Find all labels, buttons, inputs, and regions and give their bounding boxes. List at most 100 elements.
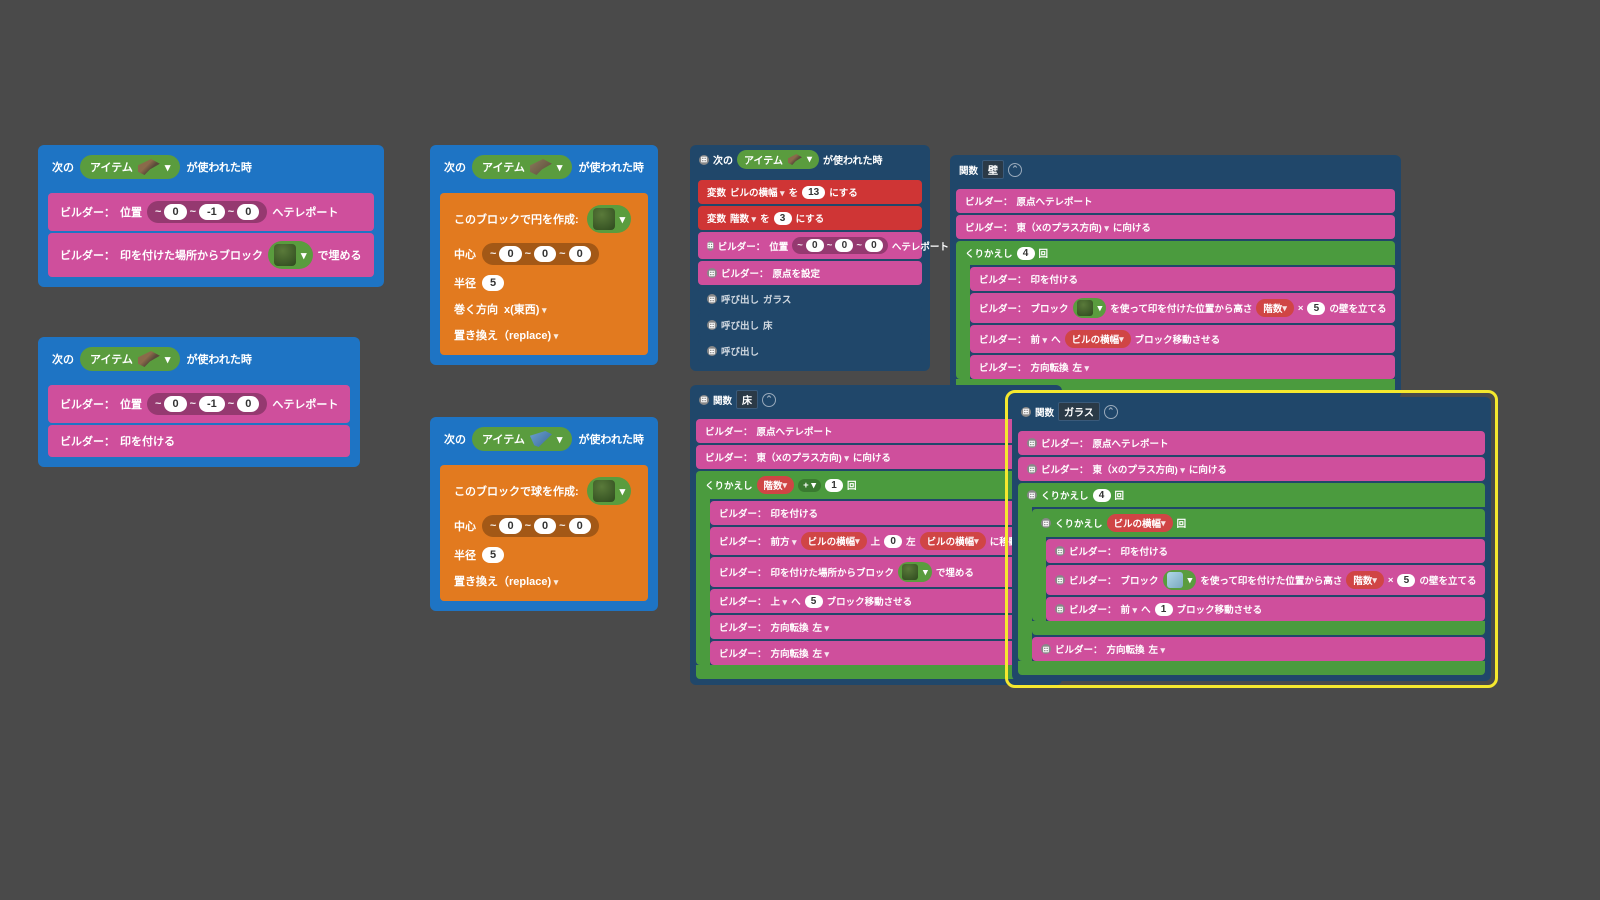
block-stack-1[interactable]: 次の アイテム ▾ が使われた時 ビルダー： 位置 ~ 0 ~ -1 ~ 0 へ… (38, 145, 384, 287)
direction-dropdown[interactable]: 東（Xのプラス方向) (757, 450, 849, 464)
coords-input[interactable]: ~ 0 ~ -1 ~ 0 (147, 201, 267, 223)
operator-dropdown[interactable]: 置き換え（replace) (454, 327, 558, 343)
expand-icon[interactable]: ⊞ (1027, 464, 1037, 474)
block-picker[interactable]: ▾ (1163, 570, 1197, 590)
builder-mark-block[interactable]: ビルダー： 印を付ける (710, 501, 1056, 525)
num-input[interactable]: 0 (164, 204, 186, 220)
direction-dropdown[interactable]: 東（Xのプラス方向) (1017, 220, 1109, 234)
repeat-block[interactable]: くりかえし 階数 + ▾ 1 回 (696, 471, 1056, 499)
item-dropdown[interactable]: アイテム ▾ (472, 427, 572, 451)
num-input[interactable]: 5 (1397, 574, 1415, 587)
num-input[interactable]: 13 (802, 186, 825, 199)
call-function-block[interactable]: ⊞ 呼び出し 床 (698, 313, 922, 337)
var-ref[interactable]: 階数 (1346, 571, 1384, 589)
repeat-block[interactable]: くりかえし 4 回 (956, 241, 1395, 265)
expand-icon[interactable]: ⊞ (1055, 575, 1065, 585)
coords-input[interactable]: ~ 0 ~ -1 ~ 0 (147, 393, 267, 415)
orientation-dropdown[interactable]: x(東西) (504, 301, 546, 317)
num-input[interactable]: 0 (569, 518, 591, 534)
item-dropdown[interactable]: アイテム ▾ (737, 150, 819, 169)
block-stack-main[interactable]: ⊞ 次の アイテム ▾ が使われた時 変数 ビルの横幅 を 13 にする 変数 … (690, 145, 930, 371)
direction-dropdown[interactable]: 上 (771, 594, 788, 608)
expand-icon[interactable]: ⊞ (1041, 644, 1051, 654)
collapse-icon[interactable]: ⌃ (762, 393, 776, 407)
num-input[interactable]: 5 (1307, 302, 1325, 315)
shapes-circle-block[interactable]: このブロックで円を作成: ▾ 中心 ~ 0 ~ 0 ~ 0 半径 (440, 193, 648, 355)
fn-name[interactable]: ガラス (1058, 402, 1100, 421)
direction-dropdown[interactable]: 前 (1031, 332, 1048, 346)
expand-icon[interactable]: ⊞ (707, 294, 717, 304)
coords-input[interactable]: ~ 0 ~ 0 ~ 0 (482, 515, 599, 537)
function-hat[interactable]: 関数 壁 ⌃ (950, 155, 1401, 184)
var-ref[interactable]: 階数 (1256, 299, 1294, 317)
num-input[interactable]: 0 (237, 204, 259, 220)
direction-dropdown[interactable]: 前 (1121, 602, 1138, 616)
expand-icon[interactable]: ⊞ (707, 268, 717, 278)
block-picker[interactable]: ▾ (898, 562, 932, 582)
builder-move-block[interactable]: ビルダー： 上 へ 5 ブロック移動させる (710, 589, 1056, 613)
expand-icon[interactable]: ⊞ (707, 346, 717, 356)
builder-shift-block[interactable]: ビルダー： 前方 ビルの横幅 上 0 左 ビルの横幅 に移動させる (710, 527, 1056, 555)
num-input[interactable]: 1 (825, 479, 843, 492)
function-glass-stack[interactable]: ⊞ 関数 ガラス ⌃ ⊞ ビルダー： 原点へテレポート ⊞ ビルダー： 東（Xの… (1012, 397, 1491, 681)
shapes-sphere-block[interactable]: このブロックで球を作成: ▾ 中心 ~ 0 ~ 0 ~ 0 半径 (440, 465, 648, 601)
item-dropdown[interactable]: アイテム ▾ (472, 155, 572, 179)
fn-name[interactable]: 壁 (982, 160, 1004, 179)
num-input[interactable]: 5 (482, 547, 504, 563)
repeat-inner-block[interactable]: ⊞ くりかえし ビルの横幅 回 (1032, 509, 1485, 537)
expand-icon[interactable]: ⊞ (1041, 518, 1051, 528)
block-stack-2[interactable]: 次の アイテム ▾ が使われた時 ビルダー： 位置 ~ 0 ~ -1 ~ 0 へ… (38, 337, 360, 467)
builder-mark-block[interactable]: ビルダー： 印を付ける (48, 425, 350, 457)
var-ref[interactable]: ビルの横幅 (801, 532, 867, 550)
num-input[interactable]: 4 (1093, 489, 1111, 502)
builder-origin-tp-block[interactable]: ⊞ ビルダー： 原点へテレポート (1018, 431, 1485, 455)
builder-origin-tp-block[interactable]: ビルダー： 原点へテレポート (956, 189, 1395, 213)
call-function-block[interactable]: ⊞ 呼び出し ガラス (698, 287, 922, 311)
builder-face-block[interactable]: ⊞ ビルダー： 東（Xのプラス方向) に向ける (1018, 457, 1485, 481)
function-wall-stack[interactable]: 関数 壁 ⌃ ビルダー： 原点へテレポート ビルダー： 東（Xのプラス方向) に… (950, 155, 1401, 399)
num-input[interactable]: 0 (569, 246, 591, 262)
expand-icon[interactable]: ⊞ (707, 241, 714, 251)
block-picker[interactable]: ▾ (587, 477, 632, 505)
expand-icon[interactable]: ⊞ (1021, 407, 1031, 417)
operator-dropdown[interactable]: 置き換え（replace) (454, 573, 558, 589)
num-input[interactable]: 0 (884, 535, 902, 548)
builder-mark-block[interactable]: ビルダー： 印を付ける (970, 267, 1395, 291)
direction-dropdown[interactable]: 左 (813, 620, 830, 634)
expand-icon[interactable]: ⊞ (1055, 604, 1065, 614)
event-hat[interactable]: 次の アイテム ▾ が使われた時 (430, 145, 658, 189)
builder-fill-block[interactable]: ビルダー： 印を付けた場所からブロック ▾ で埋める (48, 233, 374, 277)
repeat-outer-block[interactable]: ⊞ くりかえし 4 回 (1018, 483, 1485, 507)
num-input[interactable]: 3 (774, 212, 792, 225)
num-input[interactable]: 0 (806, 239, 824, 252)
builder-raise-wall-block[interactable]: ⊞ ビルダー： ブロック ▾ を使って印を付けた位置から高さ 階数 × 5 の壁… (1046, 565, 1485, 595)
var-dropdown[interactable]: ビルの横幅 (730, 185, 785, 199)
builder-face-block[interactable]: ビルダー： 東（Xのプラス方向) に向ける (696, 445, 1056, 469)
event-hat[interactable]: 次の アイテム ▾ が使われた時 (430, 417, 658, 461)
coords-input[interactable]: ~ 0 ~ 0 ~ 0 (792, 237, 888, 254)
num-input[interactable]: 5 (805, 595, 823, 608)
num-input[interactable]: 0 (835, 239, 853, 252)
builder-move-block[interactable]: ⊞ ビルダー： 前 へ 1 ブロック移動させる (1046, 597, 1485, 621)
var-dropdown[interactable]: 階数 (730, 211, 756, 225)
num-input[interactable]: -1 (199, 204, 225, 220)
call-function-block[interactable]: ⊞ 呼び出し (698, 339, 922, 363)
expand-icon[interactable]: ⊞ (1027, 490, 1037, 500)
function-hat[interactable]: ⊞ 関数 ガラス ⌃ (1012, 397, 1491, 426)
collapse-icon[interactable]: ⌃ (1008, 163, 1022, 177)
var-ref[interactable]: ビルの横幅 (920, 532, 986, 550)
block-picker[interactable]: ▾ (587, 205, 632, 233)
direction-dropdown[interactable]: 前方 (771, 534, 797, 548)
builder-face-block[interactable]: ビルダー： 東（Xのプラス方向) に向ける (956, 215, 1395, 239)
builder-raise-wall-block[interactable]: ビルダー： ブロック ▾ を使って印を付けた位置から高さ 階数 × 5 の壁を立… (970, 293, 1395, 323)
builder-turn-block[interactable]: ビルダー： 方向転換 左 (710, 615, 1056, 639)
var-ref[interactable]: ビルの横幅 (1107, 514, 1173, 532)
block-picker[interactable]: ▾ (268, 241, 313, 269)
builder-turn-block[interactable]: ビルダー： 方向転換 左 (710, 641, 1056, 665)
expand-icon[interactable]: ⊞ (1055, 546, 1065, 556)
num-input[interactable]: 5 (482, 275, 504, 291)
num-input[interactable]: 0 (865, 239, 883, 252)
num-input[interactable]: 4 (1017, 247, 1035, 260)
builder-teleport-block[interactable]: ビルダー： 位置 ~ 0 ~ -1 ~ 0 へテレポート (48, 385, 350, 423)
num-input[interactable]: 0 (499, 246, 521, 262)
